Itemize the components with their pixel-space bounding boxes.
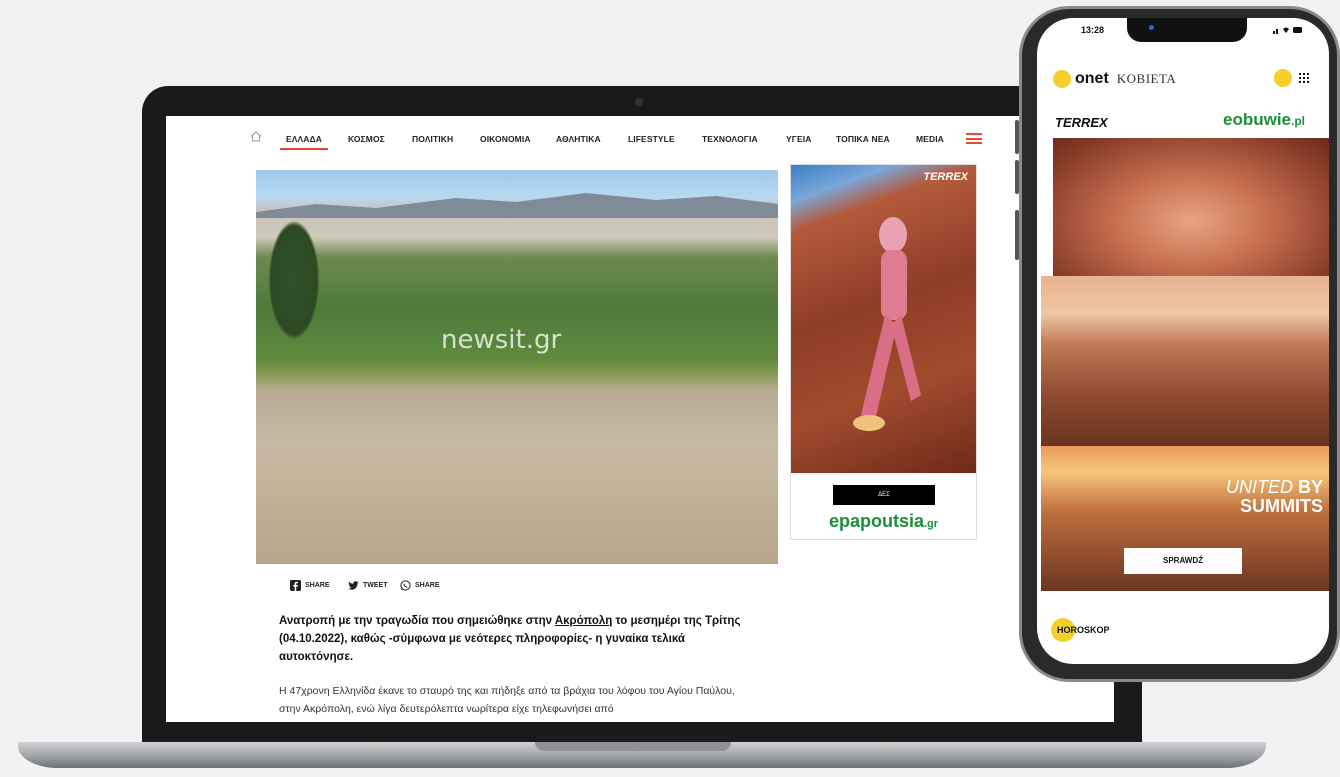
laptop-base-notch	[535, 742, 731, 751]
article-body: Η 47χρονη Ελληνίδα έκανε το σταυρό της κ…	[279, 685, 735, 715]
share-facebook-label: SHARE	[305, 582, 330, 589]
nav-item-lifestyle[interactable]: LIFESTYLE	[628, 134, 675, 144]
share-facebook-button[interactable]: SHARE	[290, 580, 330, 591]
tagline-by: BY	[1297, 477, 1323, 497]
nav-item-ellada[interactable]: ΕΛΛΑΔΑ	[280, 134, 328, 150]
tagline-summits: SUMMITS	[1240, 496, 1323, 516]
user-icon[interactable]	[1274, 69, 1292, 87]
nav-item-politiki[interactable]: ΠΟΛΙΤΙΚΗ	[412, 134, 453, 144]
mockup-stage: ΕΛΛΑΔΑ ΚΟΣΜΟΣ ΠΟΛΙΤΙΚΗ ΟΙΚΟΝΟΜΙΑ ΑΘΛΗΤΙΚ…	[0, 0, 1340, 777]
phone-side-button-3	[1015, 210, 1019, 260]
ad-cta-sprawdz-button[interactable]: SPRAWDŹ	[1124, 548, 1242, 574]
mountains-shape	[256, 193, 778, 218]
ad-brand-eobuwie: eobuwie.pl	[1223, 110, 1305, 130]
ad-brand-logo: epapoutsia.gr	[791, 511, 976, 532]
ad-photo: TERREX	[791, 165, 976, 473]
share-whatsapp-button[interactable]: SHARE	[400, 580, 440, 591]
horoskop-section-label[interactable]: HOROSKOP	[1057, 625, 1110, 635]
share-twitter-label: TWEET	[363, 582, 388, 589]
ad-brand-terrex: TERREX	[1055, 115, 1108, 130]
ad-brand-eobuwie-name: eobuwie	[1223, 110, 1292, 129]
nav-item-media[interactable]: MEDIA	[916, 134, 944, 144]
ad-brand-eobuwie-suffix: .pl	[1291, 114, 1306, 128]
phone-notch	[1127, 18, 1247, 42]
article-lead: Ανατροπή με την τραγωδία που σημειώθηκε …	[279, 612, 749, 666]
article-hero-image: newsit.gr	[256, 170, 778, 564]
ad-tagline: UNITED BY SUMMITS	[1226, 478, 1323, 516]
nav-item-ygeia[interactable]: ΥΓΕΙΑ	[786, 134, 811, 144]
onet-logo[interactable]: onet KOBIETA	[1053, 70, 1176, 88]
nav-item-athlitika[interactable]: ΑΘΛΗΤΙΚΑ	[556, 134, 601, 144]
tagline-united: UNITED	[1225, 477, 1293, 497]
ad-photo-1	[1053, 138, 1329, 276]
nav-item-kosmos[interactable]: ΚΟΣΜΟΣ	[348, 134, 385, 144]
status-time: 13:28	[1081, 25, 1105, 35]
twitter-icon	[348, 581, 359, 590]
cypress-tree	[264, 210, 324, 350]
whatsapp-icon	[400, 580, 411, 591]
nav-item-texnologia[interactable]: ΤΕΧΝΟΛΟΓΙΑ	[702, 134, 758, 144]
ad-brand-name: epapoutsia	[828, 511, 924, 531]
notch-camera	[1149, 25, 1154, 30]
nav-item-oikonomia[interactable]: ΟΙΚΟΝΟΜΙΑ	[480, 134, 531, 144]
share-twitter-button[interactable]: TWEET	[348, 580, 388, 591]
section-name: KOBIETA	[1116, 71, 1177, 86]
ad-photo-2	[1041, 276, 1329, 446]
onet-logo-circle	[1053, 70, 1071, 88]
ad-brand-suffix: .gr	[923, 518, 939, 530]
runner-figure	[853, 217, 921, 431]
ad-brand-top: TERREX	[923, 171, 968, 183]
lead-text-start: Ανατροπή με την τραγωδία που σημειώθηκε …	[279, 615, 555, 627]
laptop-screen: ΕΛΛΑΔΑ ΚΟΣΜΟΣ ΠΟΛΙΤΙΚΗ ΟΙΚΟΝΟΜΙΑ ΑΘΛΗΤΙΚ…	[166, 116, 1114, 722]
onet-logo-text: onet	[1075, 70, 1109, 87]
nav-item-topika-nea[interactable]: ΤΟΠΙΚΑ ΝΕΑ	[836, 134, 890, 144]
phone-screen: 13:28 onet KOBIETA TERREX eobuwie.pl UNI…	[1037, 18, 1329, 664]
share-whatsapp-label: SHARE	[415, 582, 440, 589]
watermark: newsit.gr	[441, 325, 562, 355]
laptop-camera	[635, 98, 643, 106]
home-icon[interactable]	[250, 131, 262, 142]
ad-cta-button[interactable]: ΔΕΣ	[833, 485, 935, 505]
sidebar-ad[interactable]: TERREX ΔΕΣ epapoutsia.gr	[790, 164, 977, 540]
lead-link-akropoli[interactable]: Ακρόπολη	[555, 615, 612, 627]
status-icons	[1273, 27, 1302, 34]
phone-side-button-1	[1015, 120, 1019, 154]
phone-side-button-2	[1015, 160, 1019, 194]
main-nav: ΕΛΛΑΔΑ ΚΟΣΜΟΣ ΠΟΛΙΤΙΚΗ ΟΙΚΟΝΟΜΙΑ ΑΘΛΗΤΙΚ…	[166, 116, 1114, 154]
apps-grid-icon[interactable]	[1299, 73, 1309, 83]
facebook-icon	[290, 580, 301, 591]
menu-icon[interactable]	[966, 133, 982, 144]
